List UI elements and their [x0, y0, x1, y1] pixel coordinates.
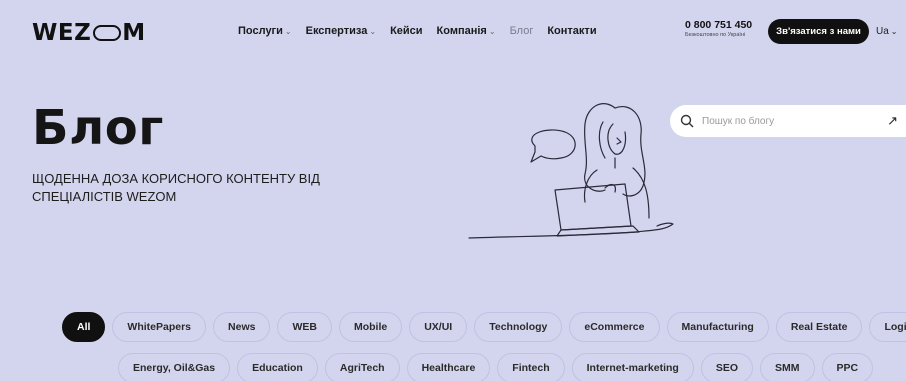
- nav-item-company[interactable]: Компанія ⌄: [437, 25, 496, 37]
- tag-healthcare[interactable]: Healthcare: [406, 353, 491, 381]
- woman-laptop-illustration: [468, 103, 674, 239]
- nav-item-blog[interactable]: Блог: [510, 25, 534, 37]
- tag-filter-row: Energy, Oil&Gas Education AgriTech Healt…: [118, 353, 874, 381]
- logo-text-right: M: [122, 20, 146, 46]
- tag-energy[interactable]: Energy, Oil&Gas: [118, 353, 231, 381]
- logo-o-shape: [93, 25, 122, 41]
- language-label: Ua: [876, 26, 889, 37]
- tag-fintech[interactable]: Fintech: [497, 353, 565, 381]
- nav-label: Блог: [509, 25, 534, 37]
- blog-search[interactable]: ↗: [670, 105, 906, 137]
- tag-filter-row: All WhitePapers News WEB Mobile UX/UI Te…: [62, 312, 906, 342]
- page-title: Блог: [32, 100, 164, 156]
- chevron-down-icon: ⌄: [890, 27, 898, 36]
- nav-label: Кейси: [390, 25, 423, 37]
- wezom-logo[interactable]: WEZ M: [32, 20, 146, 46]
- nav-item-cases[interactable]: Кейси: [390, 25, 422, 37]
- nav-item-contacts[interactable]: Контакти: [547, 25, 596, 37]
- nav-label: Компанія: [436, 25, 487, 37]
- nav-label: Контакти: [547, 25, 597, 37]
- chevron-down-icon: ⌄: [369, 26, 377, 36]
- tag-education[interactable]: Education: [237, 353, 318, 381]
- logo-text-left: WEZ: [32, 20, 92, 46]
- nav-item-expertise[interactable]: Експертиза ⌄: [306, 25, 376, 37]
- tag-web[interactable]: WEB: [277, 312, 332, 342]
- tag-manufacturing[interactable]: Manufacturing: [666, 312, 769, 342]
- tag-mobile[interactable]: Mobile: [338, 312, 403, 342]
- nav-item-services[interactable]: Послуги ⌄: [238, 25, 292, 37]
- phone-number[interactable]: 0 800 751 450: [685, 20, 752, 31]
- tag-news[interactable]: News: [213, 312, 271, 342]
- tag-real-estate[interactable]: Real Estate: [775, 312, 863, 342]
- page-subtitle: ЩОДЕННА ДОЗА КОРИСНОГО КОНТЕНТУ ВІД СПЕЦ…: [32, 171, 320, 204]
- tag-smm[interactable]: SMM: [760, 353, 815, 381]
- tag-all[interactable]: All: [62, 312, 106, 342]
- tag-technology[interactable]: Technology: [474, 312, 563, 342]
- chevron-down-icon: ⌄: [488, 26, 496, 36]
- tag-seo[interactable]: SEO: [700, 353, 754, 381]
- search-icon: [680, 114, 694, 128]
- phone-block[interactable]: 0 800 751 450 Безкоштовно по Україні: [685, 20, 752, 38]
- tag-ppc[interactable]: PPC: [821, 353, 874, 381]
- tag-whitepapers[interactable]: WhitePapers: [112, 312, 207, 342]
- tag-ux-ui[interactable]: UX/UI: [409, 312, 468, 342]
- nav-label: Експертиза: [305, 25, 368, 37]
- tag-logistics[interactable]: Logistics: [869, 312, 906, 342]
- main-nav: Послуги ⌄ Експертиза ⌄ Кейси Компанія ⌄ Бло…: [238, 25, 611, 37]
- phone-note: Безкоштовно по Україні: [685, 31, 746, 38]
- site-header: WEZ M Послуги ⌄ Експертиза ⌄ Кейси Компані…: [0, 0, 906, 62]
- arrow-up-right-icon[interactable]: ↗: [887, 113, 898, 129]
- chevron-down-icon: ⌄: [284, 26, 292, 36]
- tag-internet-marketing[interactable]: Internet-marketing: [571, 353, 694, 381]
- tag-ecommerce[interactable]: eCommerce: [569, 312, 660, 342]
- nav-label: Послуги: [238, 25, 283, 37]
- tag-agritech[interactable]: AgriTech: [324, 353, 400, 381]
- search-input[interactable]: [702, 115, 872, 127]
- contact-us-button[interactable]: Зв'язатися з нами: [768, 19, 869, 44]
- language-switcher[interactable]: Ua ⌄: [876, 26, 898, 37]
